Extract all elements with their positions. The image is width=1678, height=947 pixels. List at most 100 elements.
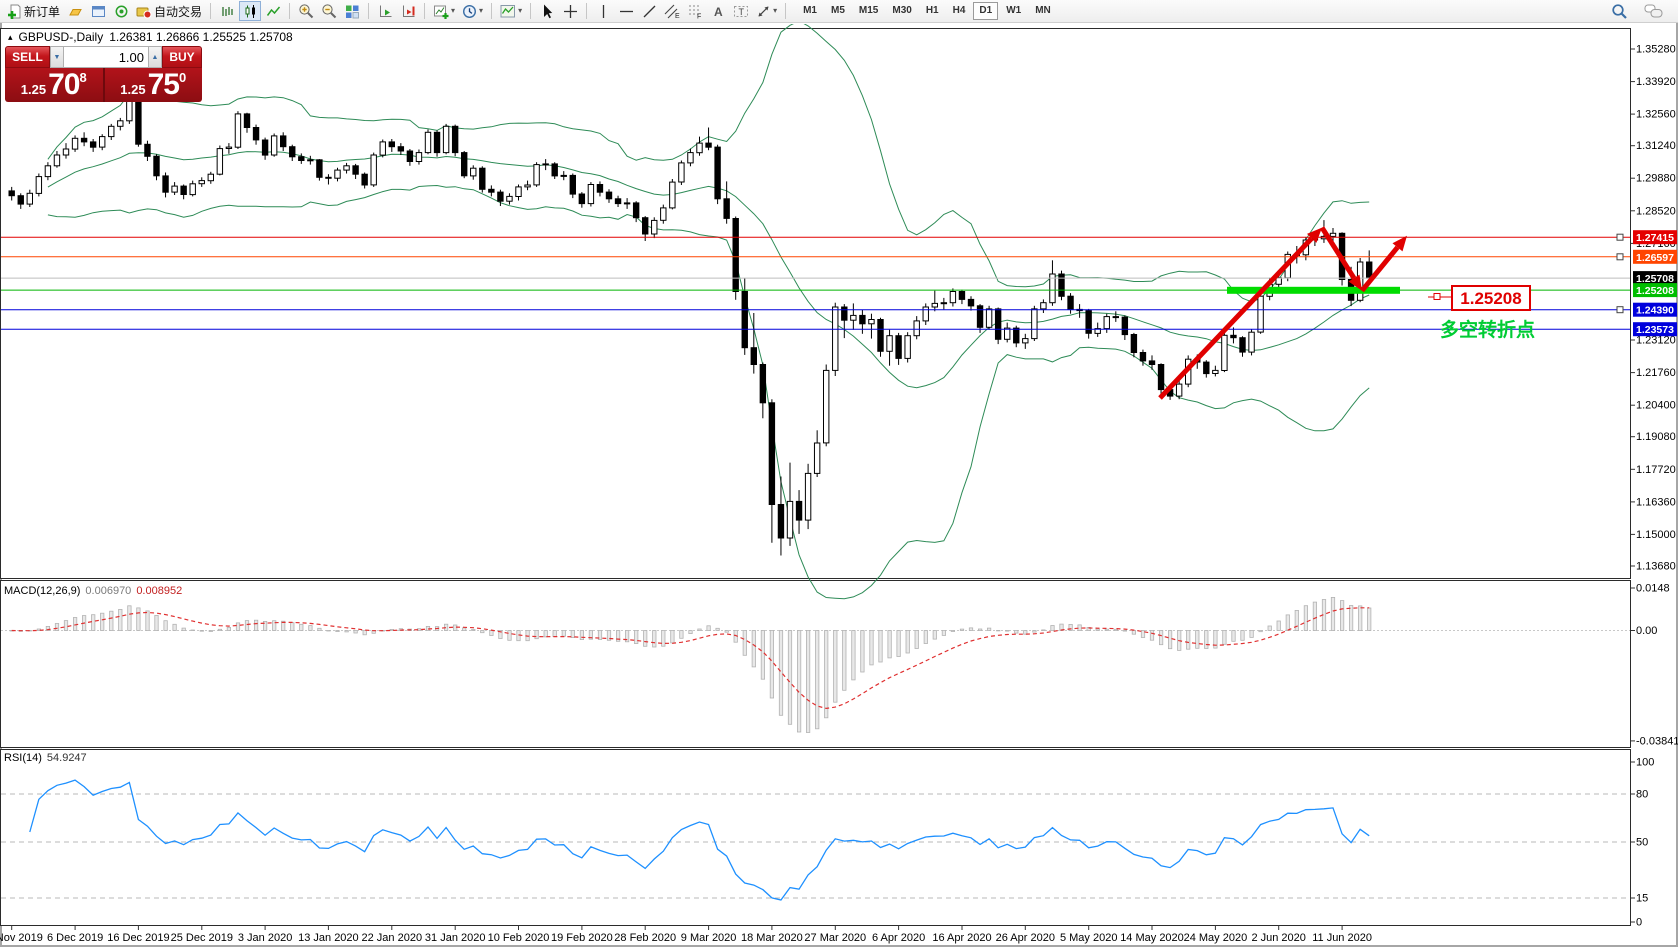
timeframe-button-M1[interactable]: M1 bbox=[797, 2, 823, 20]
macd-histogram-bar bbox=[834, 631, 837, 703]
line-chart-button[interactable] bbox=[262, 1, 284, 21]
candle-bull bbox=[814, 443, 819, 473]
timeframe-button-H4[interactable]: H4 bbox=[947, 2, 972, 20]
new-order-button[interactable]: 新订单 bbox=[4, 1, 63, 21]
candle-bear bbox=[643, 218, 648, 234]
autotrade-button[interactable]: 自动交易 bbox=[133, 1, 205, 21]
date-tick-label: 10 Feb 2020 bbox=[488, 932, 550, 944]
macd-histogram-bar bbox=[997, 630, 1000, 631]
profiles-button[interactable] bbox=[64, 1, 86, 21]
candle-bull bbox=[1276, 278, 1281, 285]
horizontal-line-button[interactable] bbox=[615, 1, 637, 21]
candle-bull bbox=[805, 473, 810, 520]
new-order-label: 新订单 bbox=[24, 3, 60, 20]
toolbar-right bbox=[1608, 1, 1674, 21]
volume-up-button[interactable]: ▲ bbox=[148, 46, 162, 68]
crosshair-button[interactable] bbox=[559, 1, 581, 21]
timeframe-button-H1[interactable]: H1 bbox=[920, 2, 945, 20]
sell-price-display[interactable]: 1.25 70 8 bbox=[5, 68, 105, 102]
price-flag-text: 1.23573 bbox=[1636, 324, 1674, 336]
vertical-line-button[interactable] bbox=[592, 1, 614, 21]
indicators-button[interactable]: ▾ bbox=[497, 1, 525, 21]
date-tick-label: 24 May 2020 bbox=[1184, 932, 1248, 944]
buy-price-display[interactable]: 1.25 75 0 bbox=[105, 68, 203, 102]
sell-button[interactable]: SELL bbox=[5, 46, 50, 68]
candle-bear bbox=[407, 151, 412, 162]
macd-histogram-bar bbox=[390, 629, 393, 630]
macd-histogram-bar bbox=[752, 631, 755, 667]
candle-bull bbox=[1330, 233, 1335, 236]
candle-bull bbox=[1041, 303, 1046, 309]
macd-histogram-bar bbox=[481, 631, 484, 633]
chart-ohlc-readout: 1.26381 1.26866 1.25525 1.25708 bbox=[109, 30, 293, 44]
search-icon bbox=[1611, 3, 1628, 20]
date-tick-label: 6 Apr 2020 bbox=[872, 932, 925, 944]
candle-bear bbox=[733, 219, 738, 292]
volume-down-button[interactable]: ▼ bbox=[50, 46, 64, 68]
candle-bear bbox=[434, 132, 439, 152]
shapes-button[interactable]: ▾ bbox=[753, 1, 780, 21]
date-tick-label: 9 Mar 2020 bbox=[681, 932, 737, 944]
candle-bear bbox=[977, 306, 982, 328]
auto-scroll-button[interactable] bbox=[374, 1, 396, 21]
market-watch-button[interactable] bbox=[87, 1, 109, 21]
macd-histogram-bar bbox=[1268, 626, 1271, 631]
chart-shift-icon bbox=[401, 4, 416, 19]
toolbar-separator bbox=[289, 3, 290, 19]
chart-shift-button[interactable] bbox=[397, 1, 419, 21]
macd-histogram-bar bbox=[888, 631, 891, 658]
zoom-out-button[interactable] bbox=[318, 1, 340, 21]
candle-bull bbox=[271, 136, 276, 155]
macd-histogram-bar bbox=[1340, 601, 1343, 631]
macd-histogram-bar bbox=[1241, 631, 1244, 641]
channel-button[interactable]: E bbox=[661, 1, 683, 21]
bar-chart-button[interactable] bbox=[216, 1, 238, 21]
periods-button[interactable]: ▾ bbox=[459, 1, 486, 21]
candle-bear bbox=[878, 320, 883, 352]
candle-bull bbox=[905, 336, 910, 359]
chart-canvas[interactable]: 1.25208多空转折点1.352801.339201.325601.31240… bbox=[0, 24, 1678, 947]
fibonacci-button[interactable]: F bbox=[684, 1, 706, 21]
zoom-in-button[interactable] bbox=[295, 1, 317, 21]
macd-histogram-bar bbox=[960, 629, 963, 630]
tile-windows-button[interactable] bbox=[341, 1, 363, 21]
buy-button[interactable]: BUY bbox=[162, 46, 202, 68]
buy-price-prefix: 1.25 bbox=[120, 82, 145, 97]
volume-input[interactable] bbox=[64, 46, 148, 68]
candle-bull bbox=[661, 208, 666, 220]
hline-handle bbox=[1617, 234, 1623, 240]
date-tick-label: 27 Mar 2020 bbox=[804, 932, 866, 944]
candle-bull bbox=[443, 126, 448, 152]
candle-bull bbox=[226, 147, 231, 148]
date-tick-label: 27 Nov 2019 bbox=[0, 932, 43, 944]
timeframe-button-MN[interactable]: MN bbox=[1029, 2, 1057, 20]
tile-windows-icon bbox=[345, 4, 360, 19]
macd-histogram-bar bbox=[463, 628, 466, 631]
macd-histogram-bar bbox=[1159, 631, 1162, 645]
macd-histogram-bar bbox=[1250, 631, 1253, 638]
macd-histogram-bar bbox=[1123, 631, 1126, 632]
candle-bull bbox=[371, 155, 376, 185]
text-label-button[interactable]: T bbox=[730, 1, 752, 21]
timeframe-button-M30[interactable]: M30 bbox=[886, 2, 917, 20]
date-tick-label: 13 Jan 2020 bbox=[298, 932, 359, 944]
trendline-button[interactable] bbox=[638, 1, 660, 21]
timeframe-button-M5[interactable]: M5 bbox=[825, 2, 851, 20]
text-button[interactable]: A bbox=[707, 1, 729, 21]
timeframe-button-D1[interactable]: D1 bbox=[973, 2, 998, 20]
candle-bear bbox=[498, 192, 503, 201]
timeframe-button-W1[interactable]: W1 bbox=[1000, 2, 1027, 20]
candle-bull bbox=[670, 182, 675, 208]
date-tick-label: 16 Apr 2020 bbox=[932, 932, 991, 944]
crosshair-icon bbox=[563, 4, 578, 19]
rsi-value: 54.9247 bbox=[47, 752, 87, 764]
candle-bull bbox=[833, 307, 838, 370]
data-window-button[interactable] bbox=[110, 1, 132, 21]
search-button[interactable] bbox=[1608, 1, 1631, 21]
chat-button[interactable] bbox=[1641, 1, 1666, 21]
cursor-button[interactable] bbox=[536, 1, 558, 21]
macd-histogram-bar bbox=[951, 631, 954, 632]
new-chart-button[interactable]: ▾ bbox=[430, 1, 458, 21]
timeframe-button-M15[interactable]: M15 bbox=[853, 2, 884, 20]
candle-chart-button[interactable] bbox=[239, 1, 261, 21]
